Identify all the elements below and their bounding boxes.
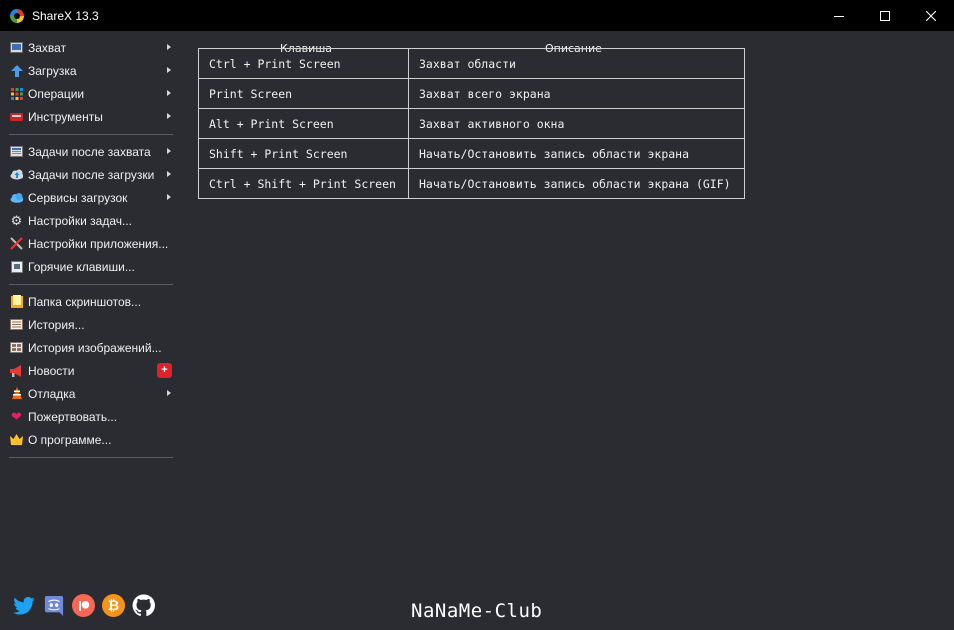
submenu-arrow-icon	[167, 171, 171, 177]
menu-item-label: О программе...	[28, 432, 112, 447]
submenu-arrow-icon	[167, 113, 171, 119]
menu-item-label: Новости	[28, 363, 75, 378]
main-menu: Захват Загрузка Операции Инструменты Зад…	[5, 36, 177, 463]
hotkey-description-cell: Начать/Остановить запись области экрана	[408, 138, 745, 169]
sharex-logo-icon	[10, 8, 24, 23]
menu-separator	[9, 457, 173, 458]
menu-item-debug[interactable]: Отладка	[5, 382, 177, 405]
menu-item-donate[interactable]: ❤ Пожертвовать...	[5, 405, 177, 428]
submenu-arrow-icon	[167, 148, 171, 154]
debug-icon	[10, 387, 23, 400]
table-row[interactable]: Shift + Print Screen Начать/Остановить з…	[198, 138, 745, 169]
table-row[interactable]: Ctrl + Print Screen Захват области	[198, 48, 745, 79]
menu-item-label: Инструменты	[28, 109, 103, 124]
menu-item-application-settings[interactable]: Настройки приложения...	[5, 232, 177, 255]
menu-item-label: История изображений...	[28, 340, 162, 355]
menu-item-label: Настройки приложения...	[28, 236, 169, 251]
menu-item-task-settings[interactable]: ⚙ Настройки задач...	[5, 209, 177, 232]
capture-icon	[10, 41, 23, 54]
maximize-button[interactable]	[862, 0, 908, 31]
window-controls	[816, 0, 954, 31]
menu-item-tools[interactable]: Инструменты	[5, 105, 177, 128]
patreon-icon[interactable]	[72, 594, 95, 617]
menu-separator	[9, 284, 173, 285]
wrench-icon	[10, 237, 23, 250]
menu-item-hotkey-settings[interactable]: Горячие клавиши...	[5, 255, 177, 278]
hotkey-key-cell: Shift + Print Screen	[198, 138, 409, 169]
menu-item-after-capture-tasks[interactable]: Задачи после захвата	[5, 140, 177, 163]
menu-item-history[interactable]: История...	[5, 313, 177, 336]
minimize-button[interactable]	[816, 0, 862, 31]
submenu-arrow-icon	[167, 390, 171, 396]
upload-icon	[10, 64, 23, 77]
watermark-text: NaNaMe-Club	[411, 600, 543, 622]
twitter-icon[interactable]	[12, 594, 35, 617]
github-icon[interactable]	[132, 594, 155, 617]
submenu-arrow-icon	[167, 44, 171, 50]
workflows-icon	[10, 87, 23, 100]
table-row[interactable]: Print Screen Захват всего экрана	[198, 78, 745, 109]
minimize-icon	[834, 15, 844, 17]
hotkey-key-cell: Ctrl + Print Screen	[198, 48, 409, 79]
menu-item-label: Пожертвовать...	[28, 409, 118, 424]
image-history-icon	[10, 341, 23, 354]
menu-item-label: Задачи после захвата	[28, 144, 151, 159]
table-row[interactable]: Ctrl + Shift + Print Screen Начать/Остан…	[198, 168, 745, 199]
menu-item-label: Задачи после загрузки	[28, 167, 155, 182]
submenu-arrow-icon	[167, 67, 171, 73]
history-icon	[10, 318, 23, 331]
heart-icon: ❤	[11, 409, 22, 424]
maximize-icon	[880, 10, 890, 21]
destinations-icon	[10, 191, 23, 204]
submenu-arrow-icon	[167, 90, 171, 96]
hotkey-description-cell: Начать/Остановить запись области экрана …	[408, 168, 745, 199]
hotkey-key-cell: Print Screen	[198, 78, 409, 109]
gear-icon: ⚙	[10, 213, 23, 228]
menu-item-capture[interactable]: Захват	[5, 36, 177, 59]
menu-item-label: Папка скриншотов...	[28, 294, 142, 309]
table-row[interactable]: Alt + Print Screen Захват активного окна	[198, 108, 745, 139]
hotkey-table: Ctrl + Print Screen Захват области Print…	[198, 48, 745, 199]
close-icon	[926, 10, 936, 21]
menu-item-after-upload-tasks[interactable]: Задачи после загрузки	[5, 163, 177, 186]
crown-icon	[10, 433, 23, 446]
menu-item-upload[interactable]: Загрузка	[5, 59, 177, 82]
menu-item-label: Отладка	[28, 386, 76, 401]
keyboard-icon	[10, 260, 23, 273]
social-links: ₿	[12, 594, 155, 617]
menu-item-label: Горячие клавиши...	[28, 259, 135, 274]
after-upload-icon	[10, 168, 23, 181]
hotkey-key-cell: Alt + Print Screen	[198, 108, 409, 139]
hotkey-description-cell: Захват активного окна	[408, 108, 745, 139]
discord-icon[interactable]	[42, 594, 65, 617]
menu-item-label: Захват	[28, 40, 67, 55]
news-badge: +	[157, 363, 172, 378]
menu-item-workflows[interactable]: Операции	[5, 82, 177, 105]
hotkey-description-cell: Захват области	[408, 48, 745, 79]
menu-item-news[interactable]: Новости +	[5, 359, 177, 382]
folder-icon	[10, 295, 23, 308]
menu-item-label: Загрузка	[28, 63, 77, 78]
menu-separator	[9, 134, 173, 135]
after-capture-icon	[10, 145, 23, 158]
megaphone-icon	[10, 364, 23, 377]
menu-item-label: Настройки задач...	[28, 213, 133, 228]
menu-item-label: Сервисы загрузок	[28, 190, 128, 205]
hotkey-description-cell: Захват всего экрана	[408, 78, 745, 109]
close-button[interactable]	[908, 0, 954, 31]
title-bar: ShareX 13.3	[0, 0, 954, 31]
hotkey-key-cell: Ctrl + Shift + Print Screen	[198, 168, 409, 199]
menu-item-screenshots-folder[interactable]: Папка скриншотов...	[5, 290, 177, 313]
menu-item-image-history[interactable]: История изображений...	[5, 336, 177, 359]
bitcoin-icon[interactable]: ₿	[102, 594, 125, 617]
tools-icon	[10, 110, 23, 123]
submenu-arrow-icon	[167, 194, 171, 200]
menu-item-destinations[interactable]: Сервисы загрузок	[5, 186, 177, 209]
menu-item-label: История...	[28, 317, 85, 332]
window-title: ShareX 13.3	[32, 8, 99, 23]
menu-item-about[interactable]: О программе...	[5, 428, 177, 451]
menu-item-label: Операции	[28, 86, 85, 101]
